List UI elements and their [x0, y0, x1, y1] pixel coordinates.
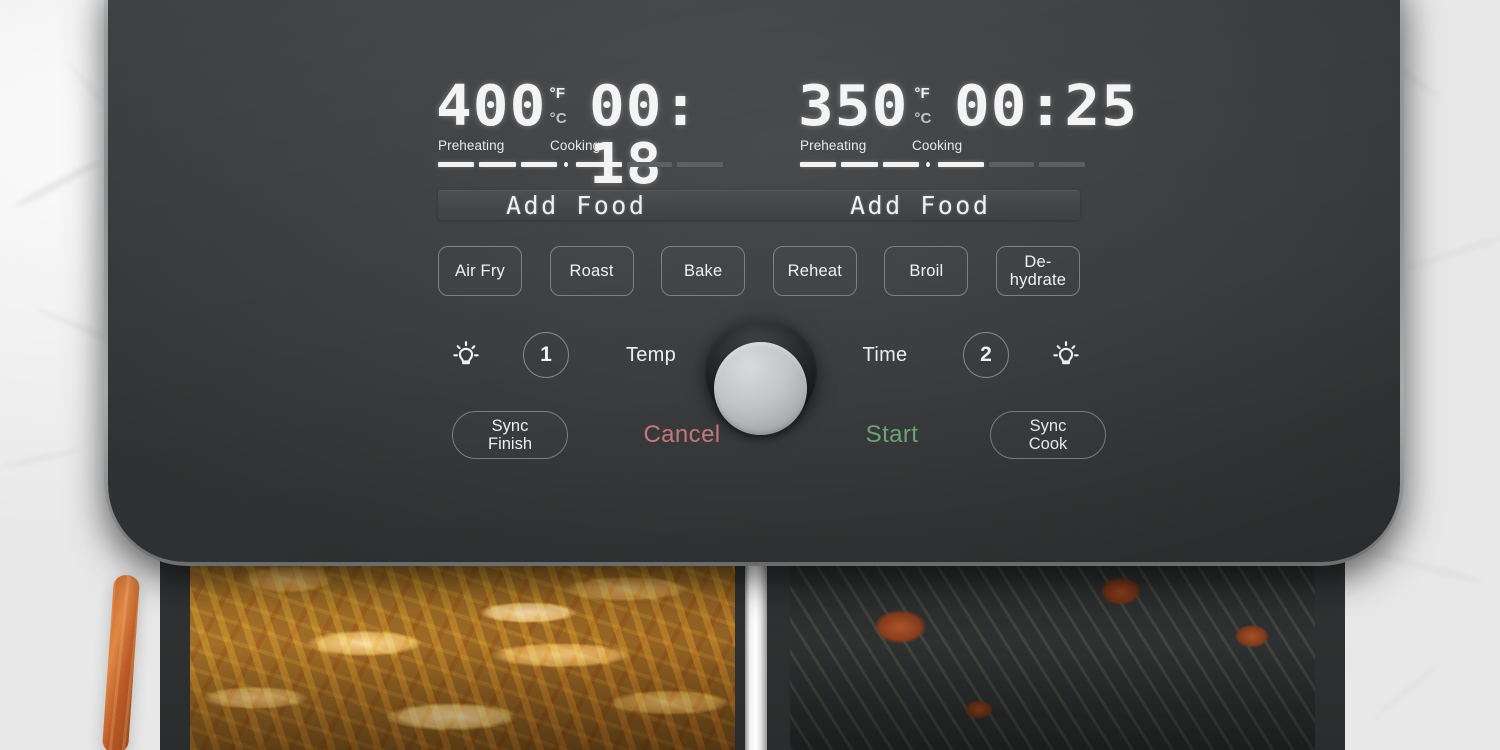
cooking-mode-row: Air Fry Roast Bake Reheat Broil De- hydr…	[438, 246, 1080, 296]
mode-button-reheat[interactable]: Reheat	[772, 246, 857, 296]
zone-2-number[interactable]: 2	[963, 332, 1009, 378]
add-food-strip: Add Food Add Food	[438, 190, 1080, 220]
marble-vein	[0, 446, 80, 471]
zone1-light-button[interactable]	[438, 322, 494, 388]
zone2-temperature-value: 350	[798, 74, 909, 139]
zone1-progress: Preheating Cooking	[438, 138, 728, 167]
cancel-button-wrap[interactable]: Cancel	[618, 406, 746, 464]
zone2-progress-track	[800, 161, 1090, 167]
zone1-unit-fahrenheit[interactable]: °F	[550, 81, 575, 106]
zone1-progress-dot	[564, 161, 569, 167]
zone1-cook-seg-3	[677, 161, 723, 167]
stray-french-fry	[101, 574, 141, 750]
zone2-preheat-seg-1	[800, 161, 837, 167]
mode-button-air-fry[interactable]: Air Fry	[438, 246, 522, 296]
zone2-progress: Preheating Cooking	[800, 138, 1090, 167]
mode-button-roast[interactable]: Roast	[549, 246, 634, 296]
mode-button-broil[interactable]: Broil	[884, 246, 969, 296]
action-row: Sync Finish Cancel Start Sync Cook	[438, 406, 1106, 464]
zone1-display: 400 °F °C 00: 18 Preheating Cooking	[436, 74, 766, 194]
zone1-preheating-label: Preheating	[438, 138, 505, 153]
zone2-cooking-label: Cooking	[912, 138, 963, 153]
zone1-cook-seg-2	[626, 161, 673, 167]
sync-finish-button[interactable]: Sync Finish	[452, 411, 568, 459]
zone2-readout-row: 350 °F °C 00:25	[798, 74, 1137, 144]
zone2-light-button[interactable]	[1038, 322, 1094, 388]
zone1-readout-row: 400 °F °C 00: 18	[436, 74, 766, 194]
zone2-progress-dot	[926, 161, 931, 167]
zone2-stage-labels: Preheating Cooking	[800, 138, 1090, 156]
marble-vein	[1368, 661, 1442, 724]
zone1-cook-seg-1	[576, 161, 622, 167]
mode-button-bake[interactable]: Bake	[661, 246, 746, 296]
zone1-unit-celsius[interactable]: °C	[550, 106, 575, 131]
zone1-time-value: 00: 18	[589, 74, 700, 197]
zone1-temperature-value: 400	[436, 74, 547, 139]
zone-1-number[interactable]: 1	[523, 332, 569, 378]
sync-cook-button-wrap[interactable]: Sync Cook	[976, 406, 1120, 464]
zone2-preheat-seg-2	[841, 161, 878, 167]
lightbulb-icon[interactable]	[1048, 337, 1084, 373]
marble-vein	[13, 158, 102, 210]
zone1-preheat-seg-2	[479, 161, 516, 167]
air-fryer-scene: 400 °F °C 00: 18 Preheating Cooking 350 …	[0, 0, 1500, 750]
zone2-cook-seg-1	[938, 161, 984, 167]
control-panel: 400 °F °C 00: 18 Preheating Cooking 350 …	[108, 0, 1400, 562]
zone-selector-2[interactable]: 2	[958, 322, 1014, 388]
sync-cook-button[interactable]: Sync Cook	[990, 411, 1106, 459]
temp-label[interactable]: Temp	[626, 344, 676, 367]
zone1-unit-toggle[interactable]: °F °C	[550, 81, 575, 131]
time-label[interactable]: Time	[863, 344, 908, 367]
zone1-preheat-seg-3	[520, 161, 558, 167]
zone1-progress-track	[438, 161, 728, 167]
lightbulb-icon[interactable]	[448, 337, 484, 373]
marble-vein	[1401, 233, 1500, 273]
zone2-time-value: 00:25	[954, 74, 1139, 139]
start-button-wrap[interactable]: Start	[828, 406, 956, 464]
zone2-add-food-indicator: Add Food	[850, 191, 991, 220]
zone1-add-food-indicator: Add Food	[506, 191, 647, 220]
cancel-button[interactable]: Cancel	[643, 421, 720, 449]
temp-button[interactable]: Temp	[596, 322, 706, 388]
zone2-unit-toggle[interactable]: °F °C	[914, 81, 940, 131]
time-button[interactable]: Time	[830, 322, 940, 388]
zone-selector-1[interactable]: 1	[518, 322, 574, 388]
mode-button-dehydrate[interactable]: De- hydrate	[995, 246, 1080, 296]
zone2-cook-seg-2	[988, 161, 1035, 167]
zone2-display: 350 °F °C 00:25 Preheating Cooking	[798, 74, 1137, 167]
start-button[interactable]: Start	[866, 421, 919, 449]
sync-finish-button-wrap[interactable]: Sync Finish	[438, 406, 582, 464]
zone2-preheat-seg-3	[882, 161, 920, 167]
zone2-cook-seg-3	[1039, 161, 1085, 167]
zone1-stage-labels: Preheating Cooking	[438, 138, 728, 156]
zone1-preheat-seg-1	[438, 161, 475, 167]
zone2-preheating-label: Preheating	[800, 138, 867, 153]
zone2-unit-fahrenheit[interactable]: °F	[914, 81, 940, 106]
zone2-unit-celsius[interactable]: °C	[914, 106, 940, 131]
zone1-cooking-label: Cooking	[550, 138, 601, 153]
